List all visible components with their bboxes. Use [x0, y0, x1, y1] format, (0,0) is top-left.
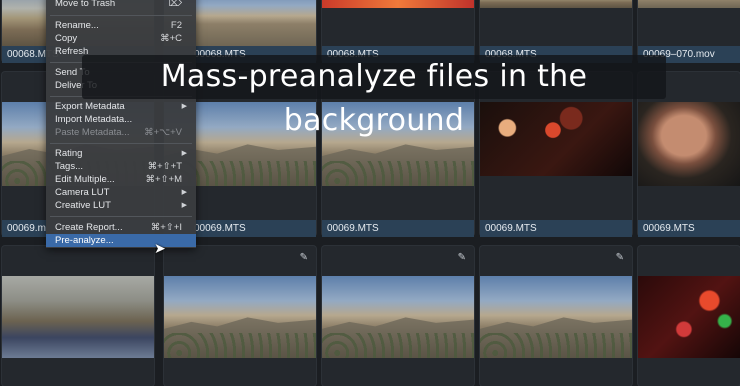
menu-item-label: Copy	[55, 33, 78, 44]
menu-item-edit-multiple[interactable]: Edit Multiple... ⌘+⇧+M	[46, 173, 196, 186]
clip-tile[interactable]: 00068.MTS	[480, 0, 632, 63]
menu-separator	[50, 143, 192, 144]
menu-item-shortcut: F2	[170, 20, 182, 31]
menu-item-camera-lut[interactable]: Camera LUT ▶	[46, 186, 196, 199]
menu-item-shortcut: ⌘+⇧+I	[150, 222, 182, 233]
menu-item-paste-metadata: Paste Metadata... ⌘+⌥+V	[46, 126, 196, 139]
menu-item-move-to-trash[interactable]: Move to Trash ⌦	[46, 0, 196, 10]
submenu-arrow-icon: ▶	[181, 150, 187, 157]
menu-separator	[50, 216, 192, 217]
menu-item-shortcut: ⌘+⌥+V	[144, 127, 182, 138]
mouse-cursor-icon: ➤	[154, 240, 166, 256]
clip-thumbnail[interactable]	[2, 276, 154, 358]
trash-shortcut-icon: ⌦	[168, 0, 182, 9]
menu-item-shortcut: ⌘+⇧+T	[147, 161, 182, 172]
clip-filename: 00069.MTS	[638, 220, 740, 237]
clip-thumbnail[interactable]	[480, 102, 632, 176]
menu-item-create-report[interactable]: Create Report... ⌘+⇧+I	[46, 221, 196, 234]
submenu-arrow-icon: ▶	[181, 189, 187, 196]
thumbnail-shrubs	[322, 160, 474, 186]
clip-tile[interactable]: ✎	[322, 246, 474, 386]
menu-item-label: Pre-analyze...	[55, 235, 114, 246]
menu-item-creative-lut[interactable]: Creative LUT ▶	[46, 199, 196, 212]
menu-item-shortcut: ⌘+⇧+M	[145, 174, 182, 185]
menu-item-export-metadata[interactable]: Export Metadata ▶	[46, 100, 196, 113]
menu-item-label: Tags...	[55, 161, 83, 172]
pencil-icon[interactable]: ✎	[616, 252, 624, 263]
menu-item-label: Rename...	[55, 20, 99, 31]
clip-tile[interactable]: 00068.MTS	[322, 0, 474, 63]
submenu-arrow-icon: ▶	[181, 103, 187, 110]
clip-thumbnail[interactable]	[322, 0, 474, 8]
menu-item-label: Rating	[55, 148, 83, 159]
menu-item-copy[interactable]: Copy ⌘+C	[46, 32, 196, 45]
clip-tile[interactable]: 00069–070.mov	[638, 0, 740, 63]
menu-separator	[50, 15, 192, 16]
clip-thumbnail[interactable]	[638, 0, 740, 8]
menu-item-label: Edit Multiple...	[55, 174, 115, 185]
menu-item-label: Import Metadata...	[55, 114, 133, 125]
clip-tile[interactable]: ✎	[480, 246, 632, 386]
menu-item-shortcut: ⌘+C	[160, 33, 182, 44]
clip-tile[interactable]: ✎	[164, 246, 316, 386]
clip-filename: 00069.MTS	[322, 220, 474, 237]
menu-item-import-metadata[interactable]: Import Metadata...	[46, 113, 196, 126]
clip-thumbnail[interactable]	[322, 276, 474, 358]
menu-item-label: Move to Trash	[55, 0, 116, 9]
pencil-icon[interactable]: ✎	[458, 252, 466, 263]
clip-thumbnail[interactable]	[480, 276, 632, 358]
clip-thumbnail[interactable]	[164, 276, 316, 358]
clip-thumbnail[interactable]	[638, 102, 740, 186]
clip-thumbnail[interactable]	[638, 276, 740, 358]
menu-item-rename[interactable]: Rename... F2	[46, 19, 196, 32]
clip-thumbnail[interactable]	[480, 0, 632, 8]
menu-item-rating[interactable]: Rating ▶	[46, 147, 196, 160]
thumbnail-shrubs	[164, 333, 316, 358]
thumbnail-shrubs	[480, 333, 632, 358]
menu-item-tags[interactable]: Tags... ⌘+⇧+T	[46, 160, 196, 173]
menu-item-label: Create Report...	[55, 222, 123, 233]
menu-item-pre-analyze[interactable]: Pre-analyze...	[46, 234, 196, 247]
menu-item-label: Export Metadata	[55, 101, 125, 112]
clip-tile[interactable]	[2, 246, 154, 386]
menu-item-label: Paste Metadata...	[55, 127, 130, 138]
clip-tile[interactable]	[638, 246, 740, 386]
clip-filename: 00069.MTS	[480, 220, 632, 237]
menu-item-label: Camera LUT	[55, 187, 110, 198]
pencil-icon[interactable]: ✎	[300, 252, 308, 263]
caption-banner: Mass-preanalyze files in the background	[82, 55, 666, 138]
thumbnail-shrubs	[322, 333, 474, 358]
menu-item-label: Creative LUT	[55, 200, 111, 211]
submenu-arrow-icon: ▶	[181, 202, 187, 209]
context-menu: Move to Trash ⌦ Rename... F2 Copy ⌘+C Re…	[46, 0, 196, 248]
